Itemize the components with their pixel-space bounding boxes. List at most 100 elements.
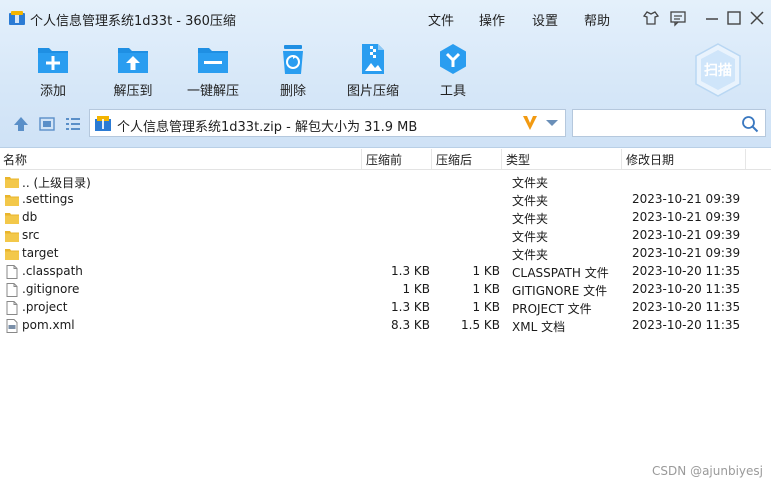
tools-icon [440, 44, 466, 74]
add-label: 添加 [39, 84, 66, 99]
file-name: .. (上级目录) [22, 176, 91, 190]
up-level-icon[interactable] [12, 115, 30, 133]
folder-icon [5, 177, 19, 188]
file-size-after: 1 KB [472, 264, 500, 278]
delete-button[interactable]: 删除 [263, 42, 323, 102]
file-name: .classpath [22, 264, 83, 278]
table-row[interactable]: .project 1.3 KB 1 KB PROJECT 文件 2023-10-… [0, 299, 771, 317]
file-name: .project [22, 300, 68, 314]
window-title: 个人信息管理系统1d33t - 360压缩 [30, 14, 236, 29]
file-name: db [22, 210, 38, 224]
file-type: 文件夹 [512, 248, 549, 262]
address-bar[interactable]: 个人信息管理系统1d33t.zip - 解包大小为 31.9 MB [89, 109, 566, 137]
table-row[interactable]: target 文件夹 2023-10-21 09:39 [0, 245, 771, 263]
window-chrome: 个人信息管理系统1d33t - 360压缩 文件 操作 设置 帮助 添加 解压到… [0, 0, 771, 148]
table-row[interactable]: db 文件夹 2023-10-21 09:39 [0, 209, 771, 227]
file-size-after: 1 KB [472, 300, 500, 314]
xml-file-icon [6, 319, 18, 333]
column-divider[interactable] [621, 149, 622, 169]
column-size-after[interactable]: 压缩后 [436, 151, 472, 168]
folder-icon [5, 195, 19, 206]
thumbnail-view-icon[interactable] [38, 115, 56, 133]
tools-button[interactable]: 工具 [423, 42, 483, 102]
folder-icon [5, 249, 19, 260]
menu-help[interactable]: 帮助 [584, 10, 610, 29]
zip-archive-icon [95, 116, 111, 131]
delete-label: 删除 [279, 84, 306, 99]
menu-operate[interactable]: 操作 [479, 10, 505, 29]
file-type: 文件夹 [512, 230, 549, 244]
app-logo-icon [9, 11, 25, 25]
one-click-extract-icon [198, 48, 228, 73]
table-row[interactable]: src 文件夹 2023-10-21 09:39 [0, 227, 771, 245]
column-type[interactable]: 类型 [506, 151, 530, 168]
file-type: 文件夹 [512, 176, 549, 190]
column-divider[interactable] [501, 149, 502, 169]
file-modified: 2023-10-21 09:39 [632, 210, 741, 224]
file-modified: 2023-10-20 11:35 [632, 300, 741, 314]
folder-icon [5, 231, 19, 242]
table-row[interactable]: pom.xml 8.3 KB 1.5 KB XML 文档 2023-10-20 … [0, 317, 771, 335]
file-name: pom.xml [22, 318, 75, 332]
extract-to-button[interactable]: 解压到 [103, 42, 163, 102]
file-modified: 2023-10-21 09:39 [632, 192, 741, 206]
table-row[interactable]: .settings 文件夹 2023-10-21 09:39 [0, 191, 771, 209]
image-compress-button[interactable]: 图片压缩 [343, 42, 403, 102]
file-type: GITIGNORE 文件 [512, 284, 608, 298]
one-click-extract-button[interactable]: 一键解压 [183, 42, 243, 102]
file-type: 文件夹 [512, 194, 549, 208]
menu-file[interactable]: 文件 [428, 10, 454, 29]
watermark: CSDN @ajunbiyesj [652, 464, 763, 478]
menu-settings[interactable]: 设置 [532, 10, 558, 29]
maximize-icon[interactable] [725, 9, 743, 27]
search-box[interactable] [572, 109, 766, 137]
column-divider[interactable] [431, 149, 432, 169]
chevron-down-icon[interactable] [545, 118, 559, 128]
file-type: CLASSPATH 文件 [512, 266, 609, 280]
file-size-before: 1.3 KB [391, 264, 430, 278]
file-size-before: 1.3 KB [391, 300, 430, 314]
column-divider[interactable] [361, 149, 362, 169]
scan-button[interactable]: 扫描 [693, 42, 743, 98]
file-name: src [22, 228, 40, 242]
add-icon [38, 48, 68, 73]
file-name: .settings [22, 192, 74, 206]
table-row[interactable]: .gitignore 1 KB 1 KB GITIGNORE 文件 2023-1… [0, 281, 771, 299]
file-name: .gitignore [22, 282, 80, 296]
file-type: 文件夹 [512, 212, 549, 226]
extract-to-icon [118, 48, 148, 73]
extract-to-label: 解压到 [113, 84, 153, 99]
recycle-bin-icon [283, 45, 303, 74]
file-name: target [22, 246, 59, 260]
add-button[interactable]: 添加 [23, 42, 83, 102]
file-type: XML 文档 [512, 320, 566, 334]
close-icon[interactable] [748, 9, 766, 27]
file-modified: 2023-10-20 11:35 [632, 264, 741, 278]
file-icon [6, 265, 18, 279]
column-size-before[interactable]: 压缩前 [366, 151, 402, 168]
file-modified: 2023-10-21 09:39 [632, 246, 741, 260]
tools-label: 工具 [439, 84, 466, 99]
table-row[interactable]: .classpath 1.3 KB 1 KB CLASSPATH 文件 2023… [0, 263, 771, 281]
folder-icon [5, 213, 19, 224]
column-name[interactable]: 名称 [3, 151, 27, 168]
image-compress-icon [362, 44, 384, 74]
table-row[interactable]: .. (上级目录) 文件夹 [0, 173, 771, 191]
archive-path: 个人信息管理系统1d33t.zip - 解包大小为 31.9 MB [117, 120, 418, 135]
file-size-before: 8.3 KB [391, 318, 430, 332]
file-modified: 2023-10-20 11:35 [632, 318, 741, 332]
one-click-extract-label: 一键解压 [186, 84, 239, 99]
column-modified[interactable]: 修改日期 [626, 151, 674, 168]
vip-icon[interactable] [520, 113, 540, 133]
file-type: PROJECT 文件 [512, 302, 592, 316]
minimize-icon[interactable] [703, 9, 721, 27]
column-divider[interactable] [745, 149, 746, 169]
file-modified: 2023-10-20 11:35 [632, 282, 741, 296]
feedback-icon[interactable] [669, 9, 687, 27]
file-icon [6, 301, 18, 315]
column-header: 名称 压缩前 压缩后 类型 修改日期 [0, 149, 771, 170]
file-size-after: 1.5 KB [461, 318, 500, 332]
list-view-icon[interactable] [64, 115, 82, 133]
search-icon[interactable] [741, 115, 759, 133]
skin-icon[interactable] [642, 9, 660, 27]
